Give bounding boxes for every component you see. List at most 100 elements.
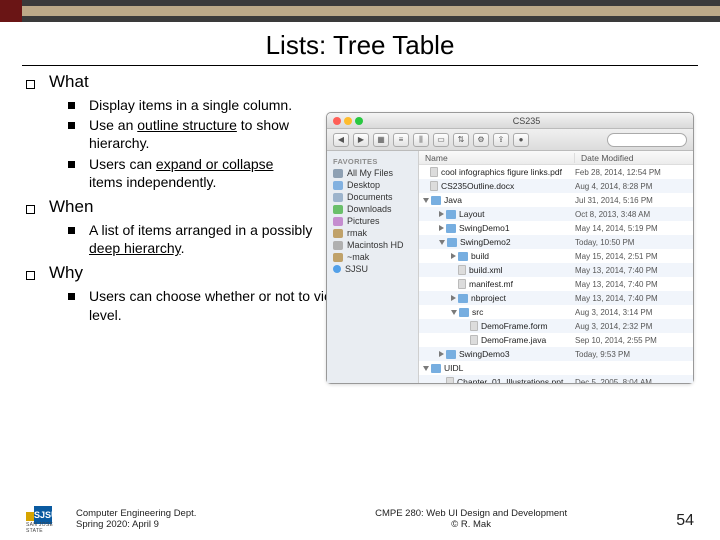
minimize-icon[interactable] [344, 117, 352, 125]
table-row[interactable]: CS235Outline.docxAug 4, 2014, 8:28 PM [419, 179, 693, 193]
sidebar-item-label: Downloads [347, 204, 392, 214]
folder-icon [333, 229, 343, 238]
file-date: May 15, 2014, 2:51 PM [575, 252, 693, 261]
back-button[interactable]: ◀ [333, 133, 349, 147]
zoom-icon[interactable] [355, 117, 363, 125]
file-name: Java [444, 195, 575, 205]
disclosure-open-icon[interactable] [439, 240, 445, 245]
file-rows: cool infographics figure links.pdfFeb 28… [419, 165, 693, 383]
action-button[interactable]: ⚙ [473, 133, 489, 147]
file-name: nbproject [471, 293, 575, 303]
folder-icon [333, 217, 343, 226]
close-icon[interactable] [333, 117, 341, 125]
arrange-button[interactable]: ⇅ [453, 133, 469, 147]
sidebar-item[interactable]: rmak [329, 227, 416, 239]
table-row[interactable]: LayoutOct 8, 2013, 3:48 AM [419, 207, 693, 221]
disclosure-open-icon[interactable] [423, 198, 429, 203]
disclosure-open-icon[interactable] [423, 366, 429, 371]
file-icon [458, 265, 466, 275]
finder-window: CS235 ◀ ▶ ▦ ≡ ⫼ ▭ ⇅ ⚙ ⇪ ● FAVORITES All … [326, 112, 694, 384]
table-row[interactable]: SwingDemo2Today, 10:50 PM [419, 235, 693, 249]
view-list-button[interactable]: ≡ [393, 133, 409, 147]
file-date: May 13, 2014, 7:40 PM [575, 280, 693, 289]
tags-button[interactable]: ● [513, 133, 529, 147]
table-row[interactable]: srcAug 3, 2014, 3:14 PM [419, 305, 693, 319]
table-row[interactable]: manifest.mfMay 13, 2014, 7:40 PM [419, 277, 693, 291]
sidebar-item-label: rmak [347, 228, 367, 238]
table-row[interactable]: JavaJul 31, 2014, 5:16 PM [419, 193, 693, 207]
bullet-open-icon [26, 271, 35, 280]
folder-icon [459, 308, 469, 317]
search-input[interactable] [607, 133, 687, 147]
sidebar-item[interactable]: Documents [329, 191, 416, 203]
column-name[interactable]: Name [419, 153, 575, 163]
share-button[interactable]: ⇪ [493, 133, 509, 147]
sidebar-item[interactable]: Pictures [329, 215, 416, 227]
bullet-open-icon [26, 205, 35, 214]
sidebar-item[interactable]: ~mak [329, 251, 416, 263]
view-columns-button[interactable]: ⫼ [413, 133, 429, 147]
file-name: CS235Outline.docx [441, 181, 575, 191]
disclosure-closed-icon[interactable] [439, 225, 444, 231]
disclosure-closed-icon[interactable] [439, 211, 444, 217]
sidebar-item-label: ~mak [347, 252, 369, 262]
file-icon [458, 279, 466, 289]
disclosure-closed-icon[interactable] [451, 253, 456, 259]
file-date: Sep 10, 2014, 2:55 PM [575, 336, 693, 345]
table-row[interactable]: DemoFrame.javaSep 10, 2014, 2:55 PM [419, 333, 693, 347]
view-cover-button[interactable]: ▭ [433, 133, 449, 147]
table-row[interactable]: SwingDemo3Today, 9:53 PM [419, 347, 693, 361]
footer-left: Computer Engineering Dept. Spring 2020: … [76, 508, 266, 530]
sidebar-item-label: All My Files [347, 168, 393, 178]
sidebar-item[interactable]: All My Files [329, 167, 416, 179]
sidebar-item[interactable]: Macintosh HD [329, 239, 416, 251]
finder-toolbar: ◀ ▶ ▦ ≡ ⫼ ▭ ⇅ ⚙ ⇪ ● [327, 129, 693, 151]
file-date: Dec 5, 2005, 8:04 AM [575, 378, 693, 384]
file-name: DemoFrame.form [481, 321, 575, 331]
slide-title: Lists: Tree Table [0, 30, 720, 61]
sidebar-item-label: Pictures [347, 216, 380, 226]
view-icons-button[interactable]: ▦ [373, 133, 389, 147]
table-row[interactable]: SwingDemo1May 14, 2014, 5:19 PM [419, 221, 693, 235]
sidebar-item[interactable]: Downloads [329, 203, 416, 215]
file-name: SwingDemo2 [460, 237, 575, 247]
bullet-solid-icon [68, 161, 75, 168]
table-row[interactable]: nbprojectMay 13, 2014, 7:40 PM [419, 291, 693, 305]
table-row[interactable]: DemoFrame.formAug 3, 2014, 2:32 PM [419, 319, 693, 333]
file-name: UIDL [444, 363, 575, 373]
folder-icon [458, 294, 468, 303]
header-bars [0, 0, 720, 22]
folder-icon [431, 364, 441, 373]
disclosure-closed-icon[interactable] [451, 295, 456, 301]
bullet-text: Display items in a single column. [89, 96, 292, 114]
folder-icon [333, 181, 343, 190]
folder-icon [446, 210, 456, 219]
sidebar-item[interactable]: SJSU [329, 263, 416, 275]
table-row[interactable]: buildMay 15, 2014, 2:51 PM [419, 249, 693, 263]
forward-button[interactable]: ▶ [353, 133, 369, 147]
column-headers: Name Date Modified [419, 151, 693, 165]
sidebar-item-label: SJSU [345, 264, 368, 274]
folder-icon [333, 253, 343, 262]
bullet-solid-icon [68, 227, 75, 234]
table-row[interactable]: build.xmlMay 13, 2014, 7:40 PM [419, 263, 693, 277]
file-date: Aug 3, 2014, 2:32 PM [575, 322, 693, 331]
file-name: build [471, 251, 575, 261]
file-icon [430, 181, 438, 191]
section-label: When [49, 197, 93, 217]
finder-sidebar: FAVORITES All My FilesDesktopDocumentsDo… [327, 151, 419, 383]
table-row[interactable]: Chapter_01_Illustrations.pptDec 5, 2005,… [419, 375, 693, 383]
column-date[interactable]: Date Modified [575, 153, 693, 163]
file-date: Today, 9:53 PM [575, 350, 693, 359]
table-row[interactable]: UIDL [419, 361, 693, 375]
sidebar-item[interactable]: Desktop [329, 179, 416, 191]
folder-icon [458, 252, 468, 261]
bullet-solid-icon [68, 102, 75, 109]
file-date: Today, 10:50 PM [575, 238, 693, 247]
folder-icon [447, 238, 457, 247]
table-row[interactable]: cool infographics figure links.pdfFeb 28… [419, 165, 693, 179]
disclosure-closed-icon[interactable] [439, 351, 444, 357]
file-name: cool infographics figure links.pdf [441, 167, 575, 177]
disclosure-open-icon[interactable] [451, 310, 457, 315]
file-name: src [472, 307, 575, 317]
